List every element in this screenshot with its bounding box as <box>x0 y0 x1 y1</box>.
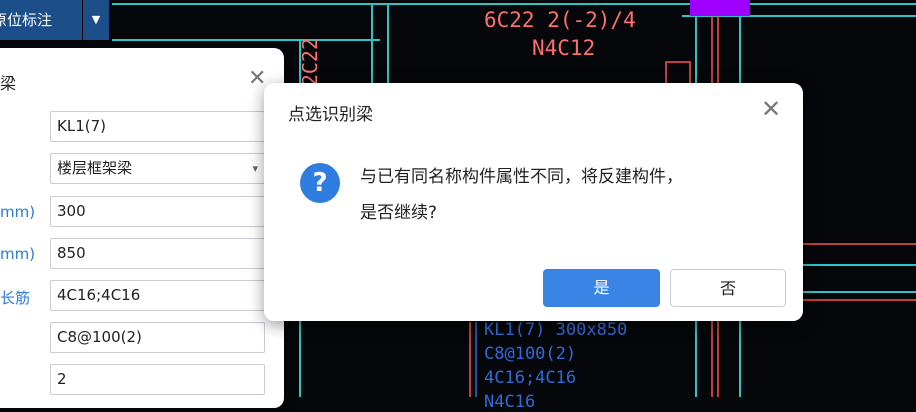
prop-label-height: mm) <box>0 245 36 263</box>
prop-label-width: mm) <box>0 203 36 221</box>
panel-title: 梁 <box>0 74 17 93</box>
cad-beam-line: 4C16;4C16 <box>484 368 577 388</box>
original-annotation-label: 原位标注 <box>0 11 53 29</box>
cad-beam-line: N4C16 <box>484 392 536 412</box>
cad-magenta-block <box>690 0 750 16</box>
original-annotation-button[interactable]: 原位标注 <box>0 0 82 40</box>
confirm-dialog: 点选识别梁 ✕ ? 与已有同名称构件属性不同，将反建构件， 是否继续? 是 否 <box>264 83 803 321</box>
question-icon: ? <box>300 163 340 203</box>
properties-panel <box>0 48 284 408</box>
panel-close-icon[interactable]: ✕ <box>248 66 266 91</box>
dialog-message-line1: 与已有同名称构件属性不同，将反建构件， <box>360 167 683 187</box>
cad-beam-line: KL1(7) 300x850 <box>484 320 628 340</box>
dialog-title: 点选识别梁 <box>288 105 373 125</box>
cad-annotation-second: N4C12 <box>532 36 596 60</box>
dialog-message-line2: 是否继续? <box>360 203 438 223</box>
field-height[interactable]: 850 <box>50 238 265 269</box>
dialog-message: 与已有同名称构件属性不同，将反建构件， 是否继续? <box>360 159 683 231</box>
cad-annotation-top: 6C22 2(-2)/4 <box>484 8 636 32</box>
field-type-select[interactable]: 楼层框架梁 <box>50 153 265 184</box>
caret-down-icon[interactable]: ▼ <box>83 0 109 40</box>
no-button[interactable]: 否 <box>670 269 786 307</box>
cad-beam-line: C8@100(2) <box>484 344 577 364</box>
yes-button[interactable]: 是 <box>543 269 660 307</box>
prop-label-rebar: 长筋 <box>0 289 31 307</box>
cad-vertical-text: 2C22 <box>298 38 322 87</box>
field-count[interactable]: 2 <box>50 364 265 395</box>
close-icon[interactable]: ✕ <box>761 95 781 123</box>
field-stirrup[interactable]: C8@100(2) <box>50 322 265 353</box>
field-width[interactable]: 300 <box>50 196 265 227</box>
field-rebar[interactable]: 4C16;4C16 <box>50 280 265 311</box>
field-name[interactable]: KL1(7) <box>50 111 265 142</box>
